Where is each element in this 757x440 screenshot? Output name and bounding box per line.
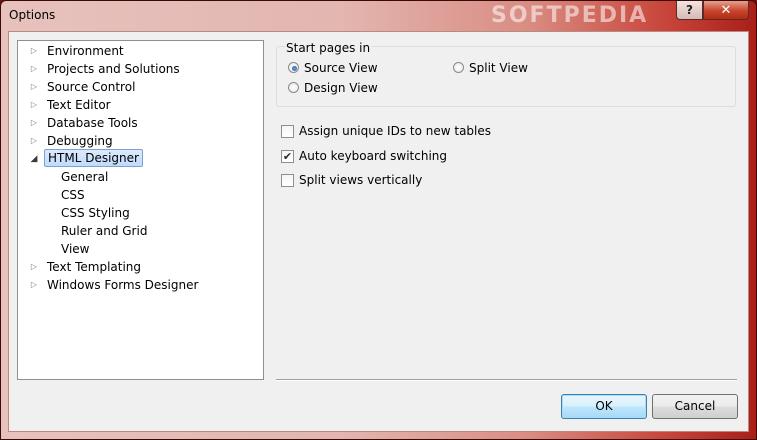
expand-arrow-icon[interactable]: ▷ xyxy=(28,78,40,96)
tree-item-label: Text Templating xyxy=(47,260,142,274)
tree-item-label: Windows Forms Designer xyxy=(47,278,199,292)
start-pages-group xyxy=(276,46,736,107)
close-icon: ✕ xyxy=(720,2,732,18)
close-button[interactable]: ✕ xyxy=(703,1,749,20)
tree-item-label: Ruler and Grid xyxy=(61,224,148,238)
radio-button-icon xyxy=(288,82,299,93)
separator-line xyxy=(276,379,737,381)
ok-button[interactable]: OK xyxy=(561,394,647,419)
tree-item-label: View xyxy=(61,242,90,256)
options-dialog: Options SOFTPEDIA ? ✕ ▷ Environment ▷ Pr… xyxy=(0,0,757,440)
cancel-button[interactable]: Cancel xyxy=(652,394,738,419)
collapse-arrow-icon[interactable]: ◢ xyxy=(28,150,40,168)
expand-arrow-icon[interactable]: ▷ xyxy=(28,132,40,150)
tree-item-label: General xyxy=(61,170,109,184)
checkbox-label: Split views vertically xyxy=(299,173,423,187)
tree-item-label: Source Control xyxy=(47,80,136,94)
help-icon: ? xyxy=(686,3,693,17)
radio-button-icon xyxy=(453,62,464,73)
watermark: SOFTPEDIA xyxy=(491,3,649,28)
checkbox-icon xyxy=(281,125,294,138)
help-button[interactable]: ? xyxy=(676,1,703,20)
tree-item-label: CSS xyxy=(61,188,85,202)
expand-arrow-icon[interactable]: ▷ xyxy=(28,114,40,132)
options-tree[interactable]: ▷ Environment ▷ Projects and Solutions ▷… xyxy=(17,40,264,380)
radio-selected-dot xyxy=(292,66,297,71)
checkbox-label: Assign unique IDs to new tables xyxy=(299,124,492,138)
checkbox-label: Auto keyboard switching xyxy=(299,149,448,163)
expand-arrow-icon[interactable]: ▷ xyxy=(28,96,40,114)
checkbox-icon xyxy=(281,174,294,187)
tree-item-label: Environment xyxy=(47,44,124,58)
window-title: Options xyxy=(9,8,56,22)
tree-item-label: Text Editor xyxy=(47,98,111,112)
radio-button-icon xyxy=(288,62,299,73)
expand-arrow-icon[interactable]: ▷ xyxy=(28,258,40,276)
start-pages-group-title: Start pages in xyxy=(285,41,372,55)
dialog-body: ▷ Environment ▷ Projects and Solutions ▷… xyxy=(8,31,749,432)
radio-label: Design View xyxy=(304,81,378,95)
tree-item-label: HTML Designer xyxy=(44,149,143,167)
title-bar[interactable]: Options SOFTPEDIA ? ✕ xyxy=(1,1,756,29)
expand-arrow-icon[interactable]: ▷ xyxy=(28,276,40,294)
checkmark-icon: ✔ xyxy=(281,150,294,163)
tree-item-label: Projects and Solutions xyxy=(47,62,180,76)
tree-item-label: CSS Styling xyxy=(61,206,130,220)
expand-arrow-icon[interactable]: ▷ xyxy=(28,42,40,60)
radio-label: Split View xyxy=(469,61,528,75)
expand-arrow-icon[interactable]: ▷ xyxy=(28,60,40,78)
tree-item-label: Debugging xyxy=(47,134,113,148)
radio-label: Source View xyxy=(304,61,378,75)
tree-item-label: Database Tools xyxy=(47,116,138,130)
